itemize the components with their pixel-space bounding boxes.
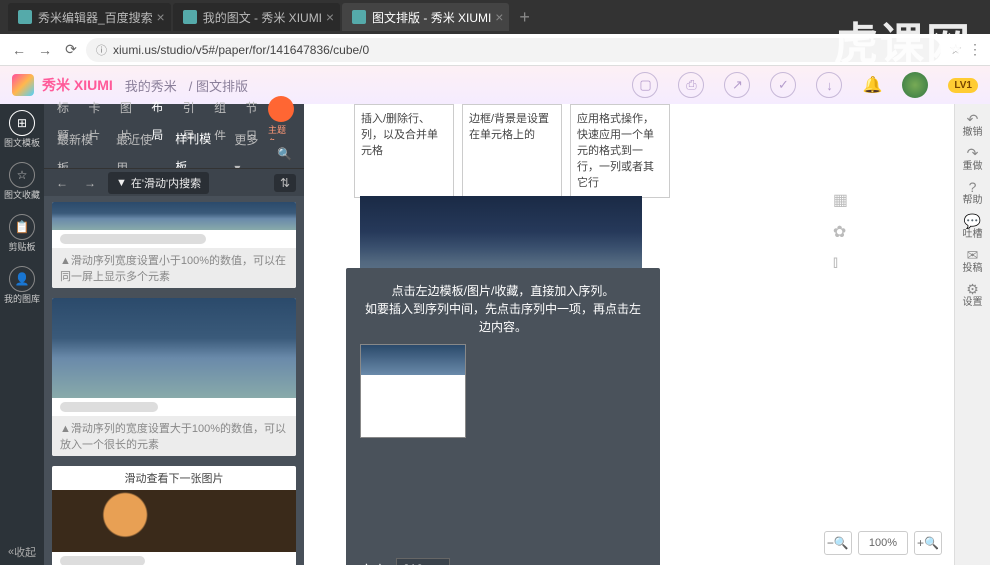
- bell-icon[interactable]: 🔔: [862, 75, 882, 95]
- nav-left-icon[interactable]: ←: [52, 176, 72, 190]
- crumb-home[interactable]: 我的秀米: [125, 76, 177, 95]
- search-icon[interactable]: 🔍: [269, 140, 300, 168]
- undo-button[interactable]: ↶撤销: [963, 114, 983, 138]
- rail-favorites[interactable]: ☆图文收藏: [4, 162, 40, 200]
- forward-button[interactable]: →: [34, 39, 56, 61]
- action-icon-5[interactable]: ↓: [816, 72, 842, 98]
- browser-tab-1[interactable]: 我的图文 - 秀米 XIUMI×: [173, 3, 340, 31]
- action-icon-3[interactable]: ↗: [724, 72, 750, 98]
- zoom-level[interactable]: 100%: [858, 531, 908, 555]
- width-input[interactable]: [396, 558, 450, 565]
- logo-text[interactable]: 秀米 XIUMI: [42, 75, 113, 95]
- template-card-3[interactable]: 滑动查看下一张图片 人气产品▶ more+: [52, 466, 296, 565]
- crumb-editor[interactable]: / 图文排版: [189, 76, 248, 95]
- star-icon[interactable]: ☆: [949, 41, 962, 58]
- redo-button[interactable]: ↷重做: [963, 148, 983, 172]
- chart-icon[interactable]: ⫾: [833, 254, 848, 272]
- filter-row: ← → ▼在'滑动'内搜索 ⇅: [44, 168, 304, 196]
- template-panel: 标题 卡片 图片 布局 引导 组件 节日 主题色 最新模板 最近使用 样刊模板 …: [44, 104, 304, 565]
- close-icon[interactable]: ×: [326, 9, 334, 25]
- rail-templates[interactable]: ⊞图文模板: [4, 110, 40, 148]
- filter-pill[interactable]: ▼在'滑动'内搜索: [108, 172, 209, 194]
- zoom-bar: −🔍 100% +🔍: [824, 531, 942, 555]
- zoom-out-button[interactable]: −🔍: [824, 531, 852, 555]
- close-icon[interactable]: ×: [495, 9, 503, 25]
- info-icon: ⓘ: [96, 42, 107, 58]
- menu-icon[interactable]: ⋮: [968, 41, 982, 58]
- canvas-area[interactable]: 插入/删除行、列，以及合并单元格 边框/背景是设置在单元格上的 应用格式操作，快…: [304, 104, 954, 565]
- logo-icon: [12, 74, 34, 96]
- feedback-button[interactable]: 💬吐槽: [963, 216, 983, 240]
- new-tab-button[interactable]: +: [511, 7, 538, 28]
- width-label: 宽度: [360, 560, 386, 565]
- width-unit: %: [460, 562, 472, 565]
- rail-clipboard[interactable]: 📋剪贴板: [4, 214, 40, 252]
- filter-icon: ▼: [116, 177, 127, 189]
- avatar[interactable]: [902, 72, 928, 98]
- reload-button[interactable]: ⟳: [60, 39, 82, 61]
- back-button[interactable]: ←: [8, 39, 30, 61]
- browser-tabs: 秀米编辑器_百度搜索× 我的图文 - 秀米 XIUMI× 图文排版 - 秀米 X…: [0, 0, 990, 34]
- right-toolbar: ↶撤销 ↷重做 ?帮助 💬吐槽 ✉投稿 ⚙设置: [954, 104, 990, 565]
- info-card-3[interactable]: 应用格式操作，快速应用一个单元的格式到一行，一列或者其它行: [570, 104, 670, 198]
- template-card-1[interactable]: ▲滑动序列宽度设置小于100%的数值，可以在同一屏上显示多个元素: [52, 202, 296, 288]
- popup-hint-1: 点击左边模板/图片/收藏，直接加入序列。: [360, 282, 646, 300]
- canvas-tools: ▦ ✿ ⫾: [833, 190, 848, 272]
- submit-button[interactable]: ✉投稿: [963, 250, 983, 274]
- subcategory-tabs: 最新模板 最近使用 样刊模板 更多▾ 🔍: [44, 140, 304, 168]
- info-cards: 插入/删除行、列，以及合并单元格 边框/背景是设置在单元格上的 应用格式操作，快…: [354, 104, 670, 198]
- browser-tab-2[interactable]: 图文排版 - 秀米 XIUMI×: [342, 3, 509, 31]
- action-icon-2[interactable]: ⎙: [678, 72, 704, 98]
- template-card-2[interactable]: ▲滑动序列的宽度设置大于100%的数值，可以放入一个很长的元素: [52, 298, 296, 456]
- nav-right-icon[interactable]: →: [80, 176, 100, 190]
- help-button[interactable]: ?帮助: [963, 182, 983, 206]
- address-bar: ← → ⟳ ⓘxiumi.us/studio/v5#/paper/for/141…: [0, 34, 990, 66]
- settings-button[interactable]: ⚙设置: [963, 284, 983, 308]
- close-icon[interactable]: ×: [157, 9, 165, 25]
- url-input[interactable]: ⓘxiumi.us/studio/v5#/paper/for/141647836…: [86, 38, 941, 62]
- main: ⊞图文模板 ☆图文收藏 📋剪贴板 👤我的图库 标题 卡片 图片 布局 引导 组件…: [0, 104, 990, 565]
- browser-tab-0[interactable]: 秀米编辑器_百度搜索×: [8, 3, 171, 31]
- popup-hint-2: 如要插入到序列中间，先点击序列中一项，再点击左边内容。: [360, 300, 646, 336]
- grid-icon[interactable]: ▦: [833, 190, 848, 210]
- left-rail: ⊞图文模板 ☆图文收藏 📋剪贴板 👤我的图库: [0, 104, 44, 565]
- action-icon-1[interactable]: ▢: [632, 72, 658, 98]
- sort-icon[interactable]: ⇅: [274, 174, 296, 192]
- template-scroll[interactable]: ▲滑动序列宽度设置小于100%的数值，可以在同一屏上显示多个元素 ▲滑动序列的宽…: [44, 196, 304, 565]
- info-card-1[interactable]: 插入/删除行、列，以及合并单元格: [354, 104, 454, 198]
- settings-icon[interactable]: ✿: [833, 222, 848, 242]
- insert-popup: 点击左边模板/图片/收藏，直接加入序列。 如要插入到序列中间，先点击序列中一项，…: [346, 268, 660, 565]
- rail-gallery[interactable]: 👤我的图库: [4, 266, 40, 304]
- info-card-2[interactable]: 边框/背景是设置在单元格上的: [462, 104, 562, 198]
- collapse-button[interactable]: « 收起: [0, 539, 44, 565]
- popup-thumbnail[interactable]: [360, 344, 466, 438]
- zoom-in-button[interactable]: +🔍: [914, 531, 942, 555]
- action-icon-4[interactable]: ✓: [770, 72, 796, 98]
- level-badge: LV1: [948, 78, 978, 93]
